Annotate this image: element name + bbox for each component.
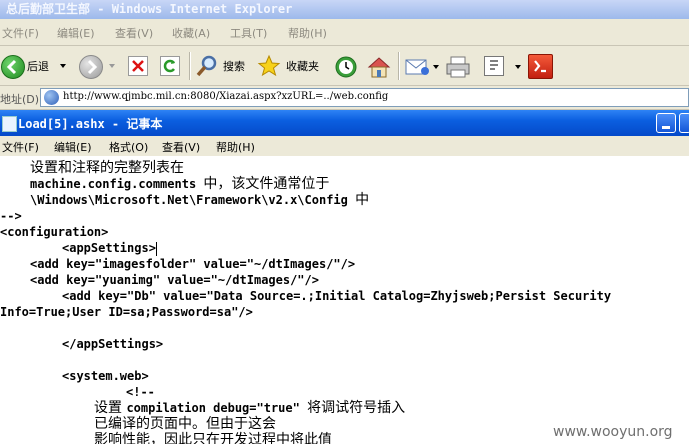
notepad-menu-format[interactable]: 格式(O) — [109, 139, 148, 155]
ie-menu-file[interactable]: 文件(F) — [2, 25, 39, 41]
back-button[interactable]: 后退 — [0, 50, 70, 82]
home-icon[interactable] — [367, 55, 391, 79]
back-label: 后退 — [27, 60, 49, 73]
minimize-icon — [662, 126, 670, 129]
text-line: <system.web> — [62, 369, 149, 383]
text-line: 已编译的页面中。但由于这会 — [94, 416, 276, 432]
text-line: <add key="yuanimg" value="~/dtImages/"/> — [30, 273, 319, 287]
ie-menu-bar: 文件(F) 编辑(E) 查看(V) 收藏(A) 工具(T) 帮助(H) — [0, 19, 689, 46]
text-line: \Windows\Microsoft.Net\Framework\v2.x\Co… — [30, 192, 370, 208]
minimize-button[interactable] — [656, 113, 676, 133]
back-arrow-icon — [1, 55, 25, 79]
ie-menu-favorites[interactable]: 收藏(A) — [172, 25, 210, 41]
notepad-text-area[interactable]: 设置和注释的完整列表在 machine.config.comments 中，该文… — [0, 156, 689, 444]
text-line: <!-- — [126, 385, 155, 399]
mail-icon[interactable] — [405, 56, 431, 78]
search-label: 搜索 — [223, 60, 245, 73]
print-icon[interactable] — [445, 55, 471, 79]
maximize-button[interactable] — [679, 113, 689, 133]
favorites-star-icon — [257, 54, 281, 77]
ie-address-bar: 地址(D) http://www.qjmbc.mil.cn:8080/Xiaza… — [0, 86, 689, 110]
plugin-icon[interactable] — [528, 54, 553, 79]
text-line: </appSettings> — [62, 337, 164, 351]
text-line: --> — [0, 209, 22, 223]
ie-toolbar: 后退 搜索 收藏夹 — [0, 46, 689, 86]
mail-dropdown-icon[interactable] — [433, 65, 439, 69]
notepad-title-bar[interactable]: Load[5].ashx - 记事本 — [0, 110, 689, 136]
notepad-menu-view[interactable]: 查看(V) — [162, 139, 200, 155]
address-url: http://www.qjmbc.mil.cn:8080/Xiazai.aspx… — [63, 91, 389, 102]
text-line: 设置和注释的完整列表在 — [30, 160, 184, 176]
toolbar-separator — [189, 52, 191, 80]
search-button[interactable]: 搜索 — [194, 50, 250, 82]
address-input[interactable]: http://www.qjmbc.mil.cn:8080/Xiazai.aspx… — [40, 88, 689, 107]
ie-menu-view[interactable]: 查看(V) — [115, 25, 153, 41]
text-line: machine.config.comments 中，该文件通常位于 — [30, 176, 330, 192]
text-line: Info=True;User ID=sa;Password=sa"/> — [0, 305, 253, 319]
stop-icon[interactable] — [128, 56, 148, 76]
ie-menu-tools[interactable]: 工具(T) — [230, 25, 267, 41]
text-line: 设置 compilation debug="true" 将调试符号插入 — [94, 400, 406, 416]
text-line: <add key="Db" value="Data Source=.;Initi… — [62, 289, 612, 303]
notepad-menu-bar: 文件(F) 编辑(E) 格式(O) 查看(V) 帮助(H) — [0, 136, 689, 156]
ie-window-title: 总后勤部卫生部 - Windows Internet Explorer — [6, 2, 293, 16]
favorites-label: 收藏夹 — [286, 60, 319, 73]
favorites-button[interactable]: 收藏夹 — [256, 50, 326, 82]
refresh-icon[interactable] — [160, 56, 180, 76]
watermark: www.wooyun.org — [553, 424, 673, 440]
forward-arrow-icon[interactable] — [79, 55, 103, 79]
text-caret — [155, 241, 157, 256]
notepad-menu-file[interactable]: 文件(F) — [2, 139, 39, 155]
history-icon[interactable] — [334, 55, 358, 79]
notepad-menu-help[interactable]: 帮助(H) — [216, 139, 255, 155]
text-line: <configuration> — [0, 225, 109, 239]
edit-page-icon[interactable] — [484, 56, 504, 76]
forward-dropdown-icon[interactable] — [109, 64, 115, 68]
notepad-menu-edit[interactable]: 编辑(E) — [54, 139, 92, 155]
search-magnifier-icon — [196, 55, 217, 77]
notepad-app-icon — [2, 116, 17, 132]
text-line: <appSettings> — [62, 241, 157, 256]
notepad-window-title: Load[5].ashx - 记事本 — [18, 117, 163, 131]
address-label: 地址(D) — [0, 93, 40, 106]
back-dropdown-icon[interactable] — [60, 64, 66, 68]
text-line: <add key="imagesfolder" value="~/dtImage… — [30, 257, 356, 271]
toolbar-separator — [398, 52, 400, 80]
ie-title-bar[interactable]: 总后勤部卫生部 - Windows Internet Explorer — [0, 0, 689, 19]
page-icon — [44, 90, 59, 105]
ie-menu-help[interactable]: 帮助(H) — [288, 25, 327, 41]
ie-menu-edit[interactable]: 编辑(E) — [57, 25, 95, 41]
edit-dropdown-icon[interactable] — [515, 65, 521, 69]
text-line: 影响性能，因此只在开发过程中将此值 — [94, 432, 332, 444]
